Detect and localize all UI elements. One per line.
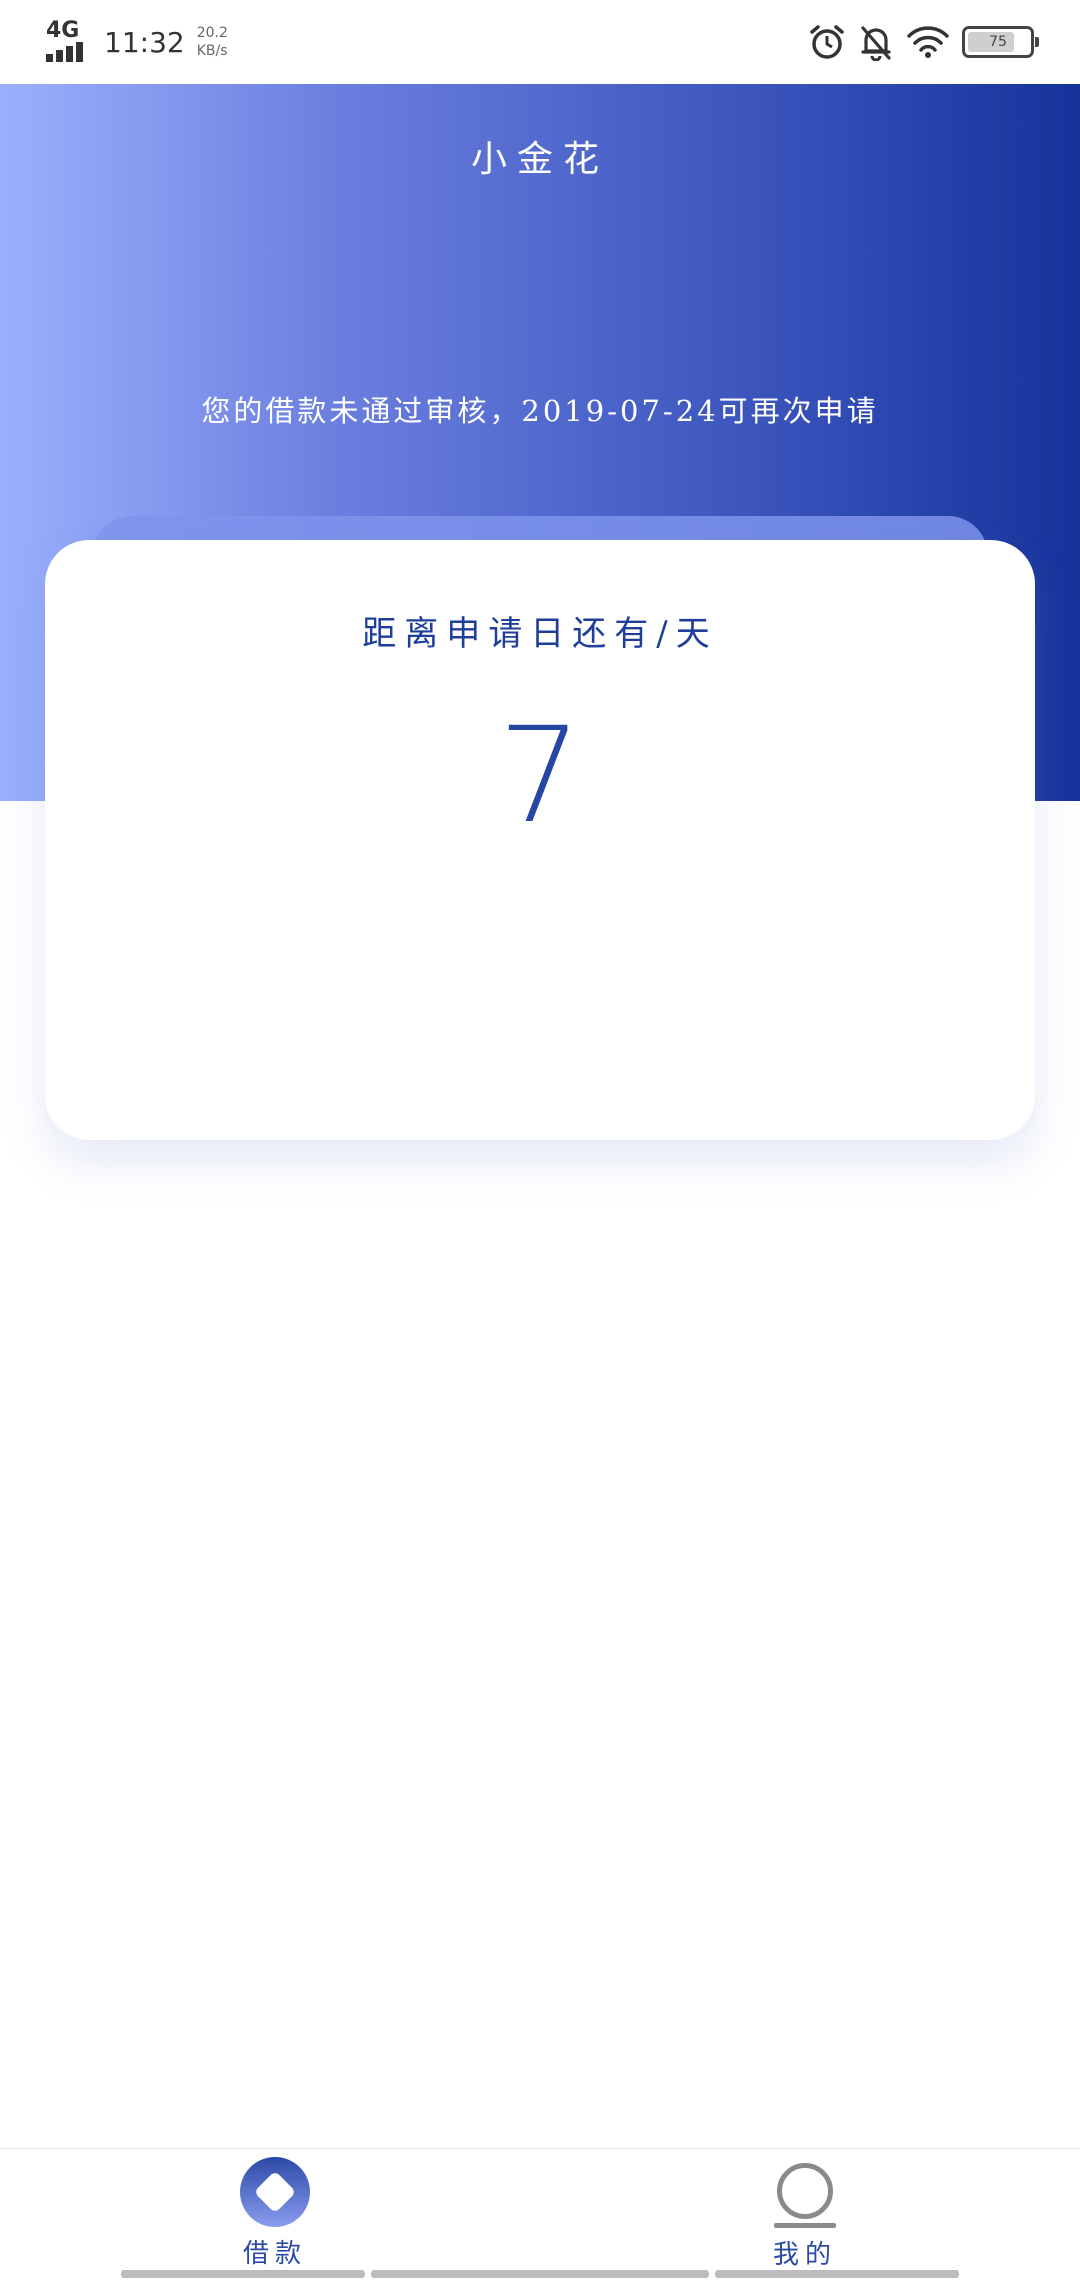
countdown-days: 7 [498,699,582,853]
network-speed: 20.2 KB/s [197,24,228,60]
tab-mine[interactable]: 我的 [735,2157,875,2271]
battery-icon: 75 [962,26,1039,58]
loan-diamond-icon [240,2157,310,2227]
countdown-label: 距离申请日还有/天 [362,614,718,654]
countdown-card: 距离申请日还有/天 7 [45,540,1035,1140]
mute-bell-icon [861,26,891,61]
review-status-message: 您的借款未通过审核，2019-07-24可再次申请 [201,394,879,428]
status-time: 11:32 [104,25,185,59]
profile-icon-base [774,2223,836,2228]
app-title: 小金花 [470,139,609,180]
network-speed-unit: KB/s [196,43,228,59]
alarm-icon [810,25,844,59]
battery-level: 75 [989,34,1007,50]
network-speed-value: 20.2 [196,25,228,41]
bottom-tab-bar: 借款 我的 [0,2148,1080,2280]
wifi-icon [907,26,949,58]
status-bar: 4G 11:32 20.2 KB/s 75 [0,0,1080,84]
status-left: 4G 11:32 20.2 KB/s [46,18,228,66]
network-type: 4G [46,18,80,43]
signal-icon: 4G [46,18,92,62]
system-nav-bar[interactable] [0,2270,1080,2280]
profile-icon [777,2163,833,2219]
tab-loan-label: 借款 [242,2239,307,2269]
tab-loan[interactable]: 借款 [205,2157,345,2270]
tab-mine-label: 我的 [772,2240,837,2270]
status-right: 75 [808,20,1039,64]
